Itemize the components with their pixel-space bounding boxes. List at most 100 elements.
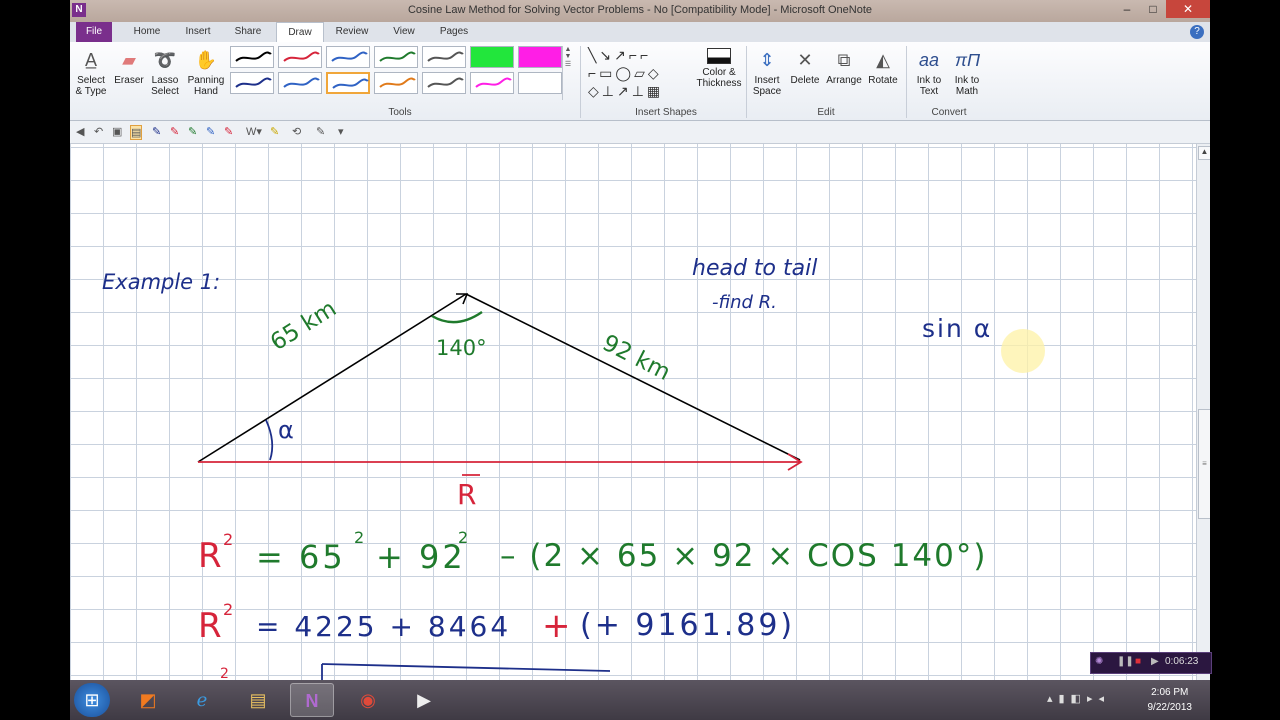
pause-icon[interactable]: ❚❚ [1117,656,1134,667]
save-icon[interactable]: ▣ [112,125,122,138]
arrange-icon: ⧉ [837,50,851,70]
office-icon[interactable]: ◩ [126,683,170,717]
insert-space-button[interactable]: ⇕ Insert Space [748,46,786,97]
play-icon[interactable]: ▶ [1151,656,1159,667]
pen-swatch[interactable] [278,72,322,94]
select-type-label: Select & Type [75,75,107,97]
tools-group-label: Tools [388,107,412,118]
customize-icon[interactable]: ▾ [338,125,344,138]
rotate-button[interactable]: ◭ Rotate [864,46,902,86]
sin-alpha-note: sin α [922,314,993,343]
separator [746,46,747,118]
panning-hand-button[interactable]: ✋ Panning Hand [186,46,226,97]
arrange-button[interactable]: ⧉ Arrange [824,46,864,86]
minimize-button[interactable]: – [1114,0,1140,18]
find-r-note: -find R. [712,292,777,313]
tab-file[interactable]: File [76,22,112,42]
pen-icon[interactable]: ✎ [152,125,161,138]
separator [906,46,907,118]
scroll-up-icon[interactable]: ▲ [1198,146,1210,160]
tab-review[interactable]: Review [330,22,374,42]
rotate-label: Rotate [868,75,898,86]
quick-access-toolbar: ◀ ↶ ▣ ▤ ✎ ✎ ✎ ✎ ✎ W▾ ✎ ⟲ ✎ ▾ [70,121,1210,144]
convert-group-label: Convert [931,107,967,118]
taskbar-clock[interactable]: 2:06 PM 9/22/2013 [1148,685,1193,715]
pen-icon[interactable]: ✎ [316,125,325,138]
pen-icon[interactable]: ✎ [224,125,233,138]
color-thickness-label: Color & Thickness [696,67,742,89]
internet-explorer-icon[interactable]: ℯ [180,683,224,717]
tab-home[interactable]: Home [128,22,166,42]
rotate-icon: ◭ [876,50,890,70]
example-label: Example 1: [102,270,221,294]
window-controls: – □ ✕ [1114,0,1210,20]
lasso-icon[interactable]: ⟲ [292,125,301,138]
tab-insert[interactable]: Insert [178,22,218,42]
system-tray[interactable]: ▴▮◧▸◂ [1047,692,1110,705]
select-type-icon: A̲ [84,50,97,70]
maximize-button[interactable]: □ [1140,0,1166,18]
windows-start-icon[interactable]: ⊞ [74,683,110,717]
eraser-button[interactable]: ▰ Eraser [110,46,148,86]
vertical-scrollbar[interactable]: ▲ ≡ [1196,144,1210,680]
tab-draw[interactable]: Draw [276,22,324,43]
media-icon[interactable]: ▶ [402,683,446,717]
ink-to-math-button[interactable]: πΠ Ink to Math [948,46,986,97]
pen-swatch[interactable] [326,72,370,94]
onenote-icon[interactable]: N [290,683,334,717]
resultant-label: R [457,478,477,511]
ink-drawing [197,293,1045,680]
ink-to-text-button[interactable]: aa Ink to Text [910,46,948,97]
onenote-window: N Cosine Law Method for Solving Vector P… [70,0,1210,680]
pen-swatch[interactable] [470,46,514,68]
scroll-thumb[interactable]: ≡ [1198,409,1210,519]
pen-swatch[interactable] [230,72,274,94]
pen-swatch[interactable] [374,72,418,94]
color-thickness-button[interactable]: Color & Thickness [696,46,742,89]
pen-swatch[interactable] [278,46,322,68]
dock-icon[interactable]: ▤ [130,125,143,140]
tab-share[interactable]: Share [228,22,268,42]
back-icon[interactable]: ◀ [76,125,84,138]
separator [580,46,581,118]
eq3-exponent: 2 [220,666,229,680]
pen-gallery-scroll[interactable]: ▲ ▼ ☰ [562,46,573,100]
pen-swatch[interactable] [422,72,466,94]
sqrt-bar [321,663,611,672]
pen-swatch[interactable] [230,46,274,68]
close-button[interactable]: ✕ [1166,0,1210,18]
lasso-select-button[interactable]: ➰ Lasso Select [146,46,184,97]
draw-ribbon: A̲ Select & Type ▰ Eraser ➰ Lasso Select… [70,42,1210,121]
delete-button[interactable]: ✕ Delete [786,46,824,86]
pen-swatch[interactable] [422,46,466,68]
pen-swatch[interactable] [374,46,418,68]
eraser-label: Eraser [114,75,144,86]
stop-icon[interactable]: ■ [1135,656,1141,667]
clock-date: 9/22/2013 [1147,702,1193,713]
pen-swatch[interactable] [470,72,514,94]
eraser-icon: ▰ [122,50,136,70]
help-icon[interactable]: ? [1190,25,1204,39]
pen-swatch[interactable] [326,46,370,68]
pen-icon[interactable]: ✎ [188,125,197,138]
format-painter-icon[interactable]: W▾ [246,125,262,138]
delete-label: Delete [790,75,820,86]
pen-swatch[interactable] [518,72,562,94]
pen-icon[interactable]: ✎ [206,125,215,138]
shapes-gallery[interactable]: ╲↘↗⌐⌐ ⌐▭◯▱◇ ◇⊥↗⊥▦ [588,46,693,101]
highlighter-icon[interactable]: ✎ [270,125,279,138]
insert-space-icon: ⇕ [759,50,775,70]
file-explorer-icon[interactable]: ▤ [236,683,280,717]
color-thickness-icon [707,48,731,64]
eq1-lhs-exponent: 2 [223,530,234,549]
tab-view[interactable]: View [384,22,424,42]
pen-swatch[interactable] [518,46,562,68]
note-page[interactable]: Example 1: head to tail -find R. sin α 6… [70,144,1196,680]
insert-space-label: Insert Space [752,75,782,97]
tab-pages[interactable]: Pages [434,22,474,42]
pen-icon[interactable]: ✎ [170,125,179,138]
select-type-button[interactable]: A̲ Select & Type [72,46,110,97]
eq1-exponent: 2 [354,528,365,547]
undo-icon[interactable]: ↶ [94,125,103,138]
chrome-icon[interactable]: ◉ [346,683,390,717]
